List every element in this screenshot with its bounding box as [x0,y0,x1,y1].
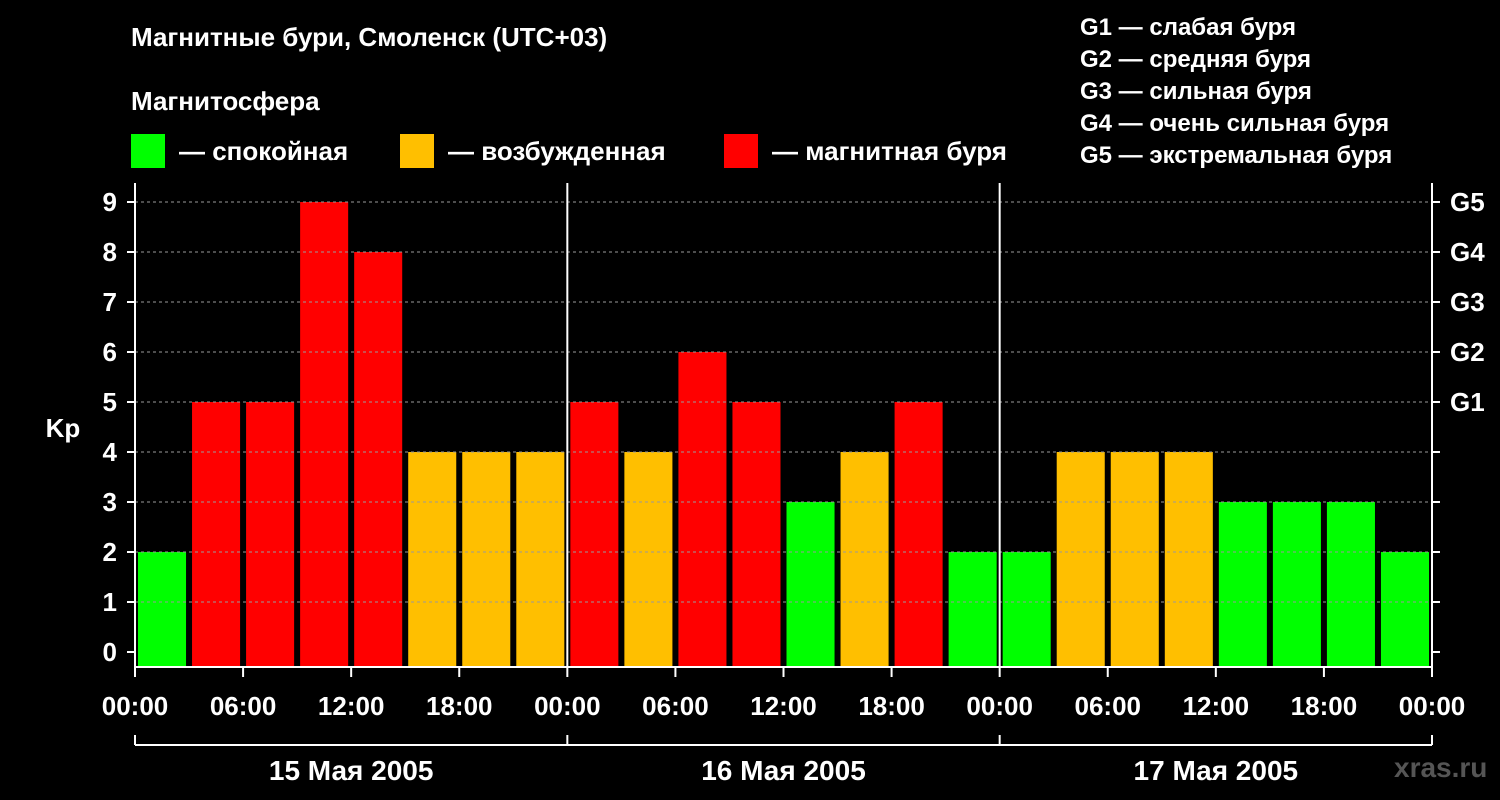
x-tick-label: 18:00 [1291,691,1358,721]
kp-bar [840,452,889,666]
y-tick-label: 9 [103,187,117,217]
watermark: xras.ru [1394,752,1488,783]
kp-bar [354,252,403,666]
x-tick-label: 06:00 [210,691,277,721]
y-tick-label: 0 [103,637,117,667]
day-label: 16 Мая 2005 [701,755,866,786]
x-tick-label: 18:00 [858,691,925,721]
kp-bar [408,452,457,666]
y-tick-label: 3 [103,487,117,517]
kp-bar [300,202,349,666]
x-tick-label: 12:00 [1183,691,1250,721]
kp-bar [894,402,943,666]
x-tick-label: 18:00 [426,691,493,721]
x-tick-label: 12:00 [750,691,817,721]
x-tick-label: 00:00 [966,691,1033,721]
kp-bar [1002,552,1051,666]
kp-bar [732,402,781,666]
x-tick-label: 00:00 [1399,691,1466,721]
y-tick-label: 6 [103,337,117,367]
y-tick-label: 8 [103,237,117,267]
y-axis-label: Kp [46,413,81,443]
kp-bar [1380,552,1429,666]
y-tick-label: 2 [103,537,117,567]
kp-bar-chart: 0 1 2 3 4 5 6 7 8 9 G1 G2 G3 G4 G5 Kp 00:00 06:00 12:00 18:… [46,183,1485,786]
x-tick-label: 12:00 [318,691,385,721]
kp-bar [516,452,565,666]
x-tick-label: 06:00 [642,691,709,721]
kp-bar [462,452,511,666]
g-scale-tick-label: G1 [1450,387,1485,417]
y-tick-label: 1 [103,587,117,617]
day-label: 15 Мая 2005 [269,755,434,786]
kp-bar [1218,502,1267,666]
kp-bar [1272,502,1321,666]
kp-bar [678,352,727,666]
x-tick-label: 06:00 [1075,691,1142,721]
g-scale-tick-label: G5 [1450,187,1485,217]
kp-bar [192,402,241,666]
x-tick-label: 00:00 [102,691,169,721]
kp-bar [948,552,997,666]
kp-bar [246,402,295,666]
y-tick-label: 5 [103,387,117,417]
g-scale-tick-label: G2 [1450,337,1485,367]
kp-bar [786,502,835,666]
kp-bar [138,552,187,666]
x-tick-label: 00:00 [534,691,601,721]
kp-bar [1326,502,1375,666]
day-label: 17 Мая 2005 [1134,755,1299,786]
kp-bar [624,452,673,666]
g-scale-tick-label: G3 [1450,287,1485,317]
kp-bar [570,402,619,666]
kp-bar [1110,452,1159,666]
g-scale-tick-label: G4 [1450,237,1485,267]
y-tick-label: 7 [103,287,117,317]
kp-bar [1056,452,1105,666]
kp-bar [1164,452,1213,666]
y-tick-label: 4 [103,437,118,467]
